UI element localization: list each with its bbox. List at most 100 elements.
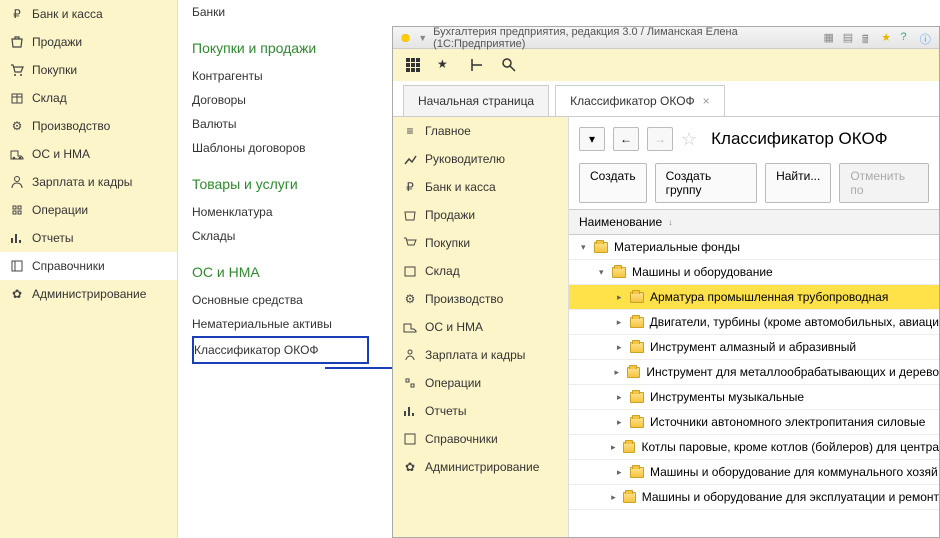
person-icon — [10, 175, 24, 189]
mid-link[interactable]: Нематериальные активы — [192, 312, 369, 336]
mid-link[interactable]: Основные средства — [192, 288, 369, 312]
search-icon[interactable] — [501, 57, 517, 73]
expander-icon[interactable]: ▸ — [611, 442, 619, 453]
expander-icon[interactable]: ▸ — [615, 367, 624, 378]
expander-icon[interactable]: ▾ — [581, 242, 590, 253]
button-row: Создать Создать группу Найти... Отменить… — [569, 157, 939, 209]
section-goods-services: Товары и услуги — [192, 176, 369, 192]
favorite-star-icon[interactable]: ☆ — [681, 129, 697, 150]
mid-link[interactable]: Номенклатура — [192, 200, 369, 224]
ops-icon — [10, 203, 24, 217]
tab-okof[interactable]: Классификатор ОКОФ× — [555, 85, 725, 116]
side-production[interactable]: ⚙Производство — [393, 285, 568, 313]
nav-salary[interactable]: Зарплата и кадры — [0, 168, 177, 196]
title-star-icon[interactable]: ★ — [881, 31, 894, 45]
expander-icon[interactable]: ▾ — [599, 267, 608, 278]
tree-row[interactable]: ▸Машины и оборудование для эксплуатации … — [569, 485, 939, 510]
folder-icon — [630, 317, 644, 328]
tree-row[interactable]: ▸Источники автономного электропитания си… — [569, 410, 939, 435]
menu-button[interactable]: ▾ — [579, 127, 605, 151]
side-operations[interactable]: Операции — [393, 369, 568, 397]
gear-icon: ⚙ — [10, 119, 24, 133]
expander-icon[interactable]: ▸ — [617, 417, 626, 428]
create-group-button[interactable]: Создать группу — [655, 163, 757, 203]
tab-start-page[interactable]: Начальная страница — [403, 85, 549, 116]
side-main[interactable]: ≡Главное — [393, 117, 568, 145]
side-sales[interactable]: Продажи — [393, 201, 568, 229]
chartup-icon — [403, 152, 417, 166]
star-icon[interactable]: ★ — [437, 57, 453, 73]
wrench-icon: ✿ — [403, 460, 417, 474]
forward-button[interactable]: → — [647, 127, 673, 151]
title-help-icon[interactable]: ? — [901, 31, 914, 45]
title-action-icon[interactable]: ▦ — [824, 31, 837, 45]
side-purchases[interactable]: Покупки — [393, 229, 568, 257]
mid-link-okof[interactable]: Классификатор ОКОФ — [192, 336, 369, 364]
mid-link-banks[interactable]: Банки — [192, 0, 369, 24]
tree-row[interactable]: ▸Двигатели, турбины (кроме автомобильных… — [569, 310, 939, 335]
side-bank[interactable]: ₽Банк и касса — [393, 173, 568, 201]
nav-warehouse[interactable]: Склад — [0, 84, 177, 112]
folder-icon — [623, 492, 636, 503]
truck-icon — [10, 147, 24, 161]
expander-icon[interactable]: ▸ — [617, 392, 626, 403]
nav-operations[interactable]: Операции — [0, 196, 177, 224]
tree-row[interactable]: ▸Инструмент алмазный и абразивный — [569, 335, 939, 360]
history-icon[interactable] — [469, 57, 485, 73]
expander-icon[interactable]: ▸ — [617, 342, 626, 353]
tree-row[interactable]: ▸Машины и оборудование для коммунального… — [569, 460, 939, 485]
mid-link[interactable]: Контрагенты — [192, 64, 369, 88]
folder-icon — [630, 342, 644, 353]
side-admin[interactable]: ✿Администрирование — [393, 453, 568, 481]
mid-link[interactable]: Договоры — [192, 88, 369, 112]
expander-icon[interactable]: ▸ — [617, 317, 626, 328]
title-action-icon[interactable]: ▤ — [843, 31, 856, 45]
nav-admin[interactable]: ✿Администрирование — [0, 280, 177, 308]
nav-directories[interactable]: Справочники — [0, 252, 177, 280]
person-icon — [403, 348, 417, 362]
cancel-button[interactable]: Отменить по — [839, 163, 929, 203]
nav-reports[interactable]: Отчеты — [0, 224, 177, 252]
mid-link[interactable]: Шаблоны договоров — [192, 136, 369, 160]
title-calc-icon[interactable]: 🖩 — [862, 31, 875, 45]
content-pane: ▾ ← → ☆ Классификатор ОКОФ Создать Созда… — [569, 117, 939, 537]
tree-row[interactable]: ▾Материальные фонды — [569, 235, 939, 260]
side-manager[interactable]: Руководителю — [393, 145, 568, 173]
wrench-icon: ✿ — [10, 287, 24, 301]
mid-link[interactable]: Валюты — [192, 112, 369, 136]
side-salary[interactable]: Зарплата и кадры — [393, 341, 568, 369]
find-button[interactable]: Найти... — [765, 163, 831, 203]
grid-header[interactable]: Наименование ↓ — [569, 209, 939, 235]
nav-os-nma[interactable]: ОС и НМА — [0, 140, 177, 168]
side-os-nma[interactable]: ОС и НМА — [393, 313, 568, 341]
nav-production[interactable]: ⚙Производство — [0, 112, 177, 140]
window-chevron-icon[interactable]: ▼ — [418, 33, 427, 43]
title-info-icon[interactable]: ⓘ — [920, 31, 933, 45]
expander-icon[interactable]: ▸ — [617, 292, 626, 303]
mid-link[interactable]: Склады — [192, 224, 369, 248]
tree-row-selected[interactable]: ▸Арматура промышленная трубопроводная — [569, 285, 939, 310]
ruble-icon: ₽ — [10, 7, 24, 21]
side-reports[interactable]: Отчеты — [393, 397, 568, 425]
apps-icon[interactable] — [405, 57, 421, 73]
lines-icon: ≡ — [403, 124, 417, 138]
tree-row[interactable]: ▸Инструменты музыкальные — [569, 385, 939, 410]
cart-icon — [10, 63, 24, 77]
nav-bank[interactable]: ₽Банк и касса — [0, 0, 177, 28]
expander-icon[interactable]: ▸ — [617, 467, 626, 478]
close-icon[interactable]: × — [703, 94, 710, 108]
tree: ▾Материальные фонды ▾Машины и оборудован… — [569, 235, 939, 510]
side-warehouse[interactable]: Склад — [393, 257, 568, 285]
folder-icon — [630, 467, 644, 478]
tree-row[interactable]: ▸Котлы паровые, кроме котлов (бойлеров) … — [569, 435, 939, 460]
tree-row[interactable]: ▾Машины и оборудование — [569, 260, 939, 285]
tree-row[interactable]: ▸Инструмент для металлообрабатывающих и … — [569, 360, 939, 385]
side-directories[interactable]: Справочники — [393, 425, 568, 453]
ruble-icon: ₽ — [403, 180, 417, 194]
nav-sales[interactable]: Продажи — [0, 28, 177, 56]
nav-purchases[interactable]: Покупки — [0, 56, 177, 84]
expander-icon[interactable]: ▸ — [611, 492, 619, 503]
back-button[interactable]: ← — [613, 127, 639, 151]
truck-icon — [403, 320, 417, 334]
create-button[interactable]: Создать — [579, 163, 647, 203]
